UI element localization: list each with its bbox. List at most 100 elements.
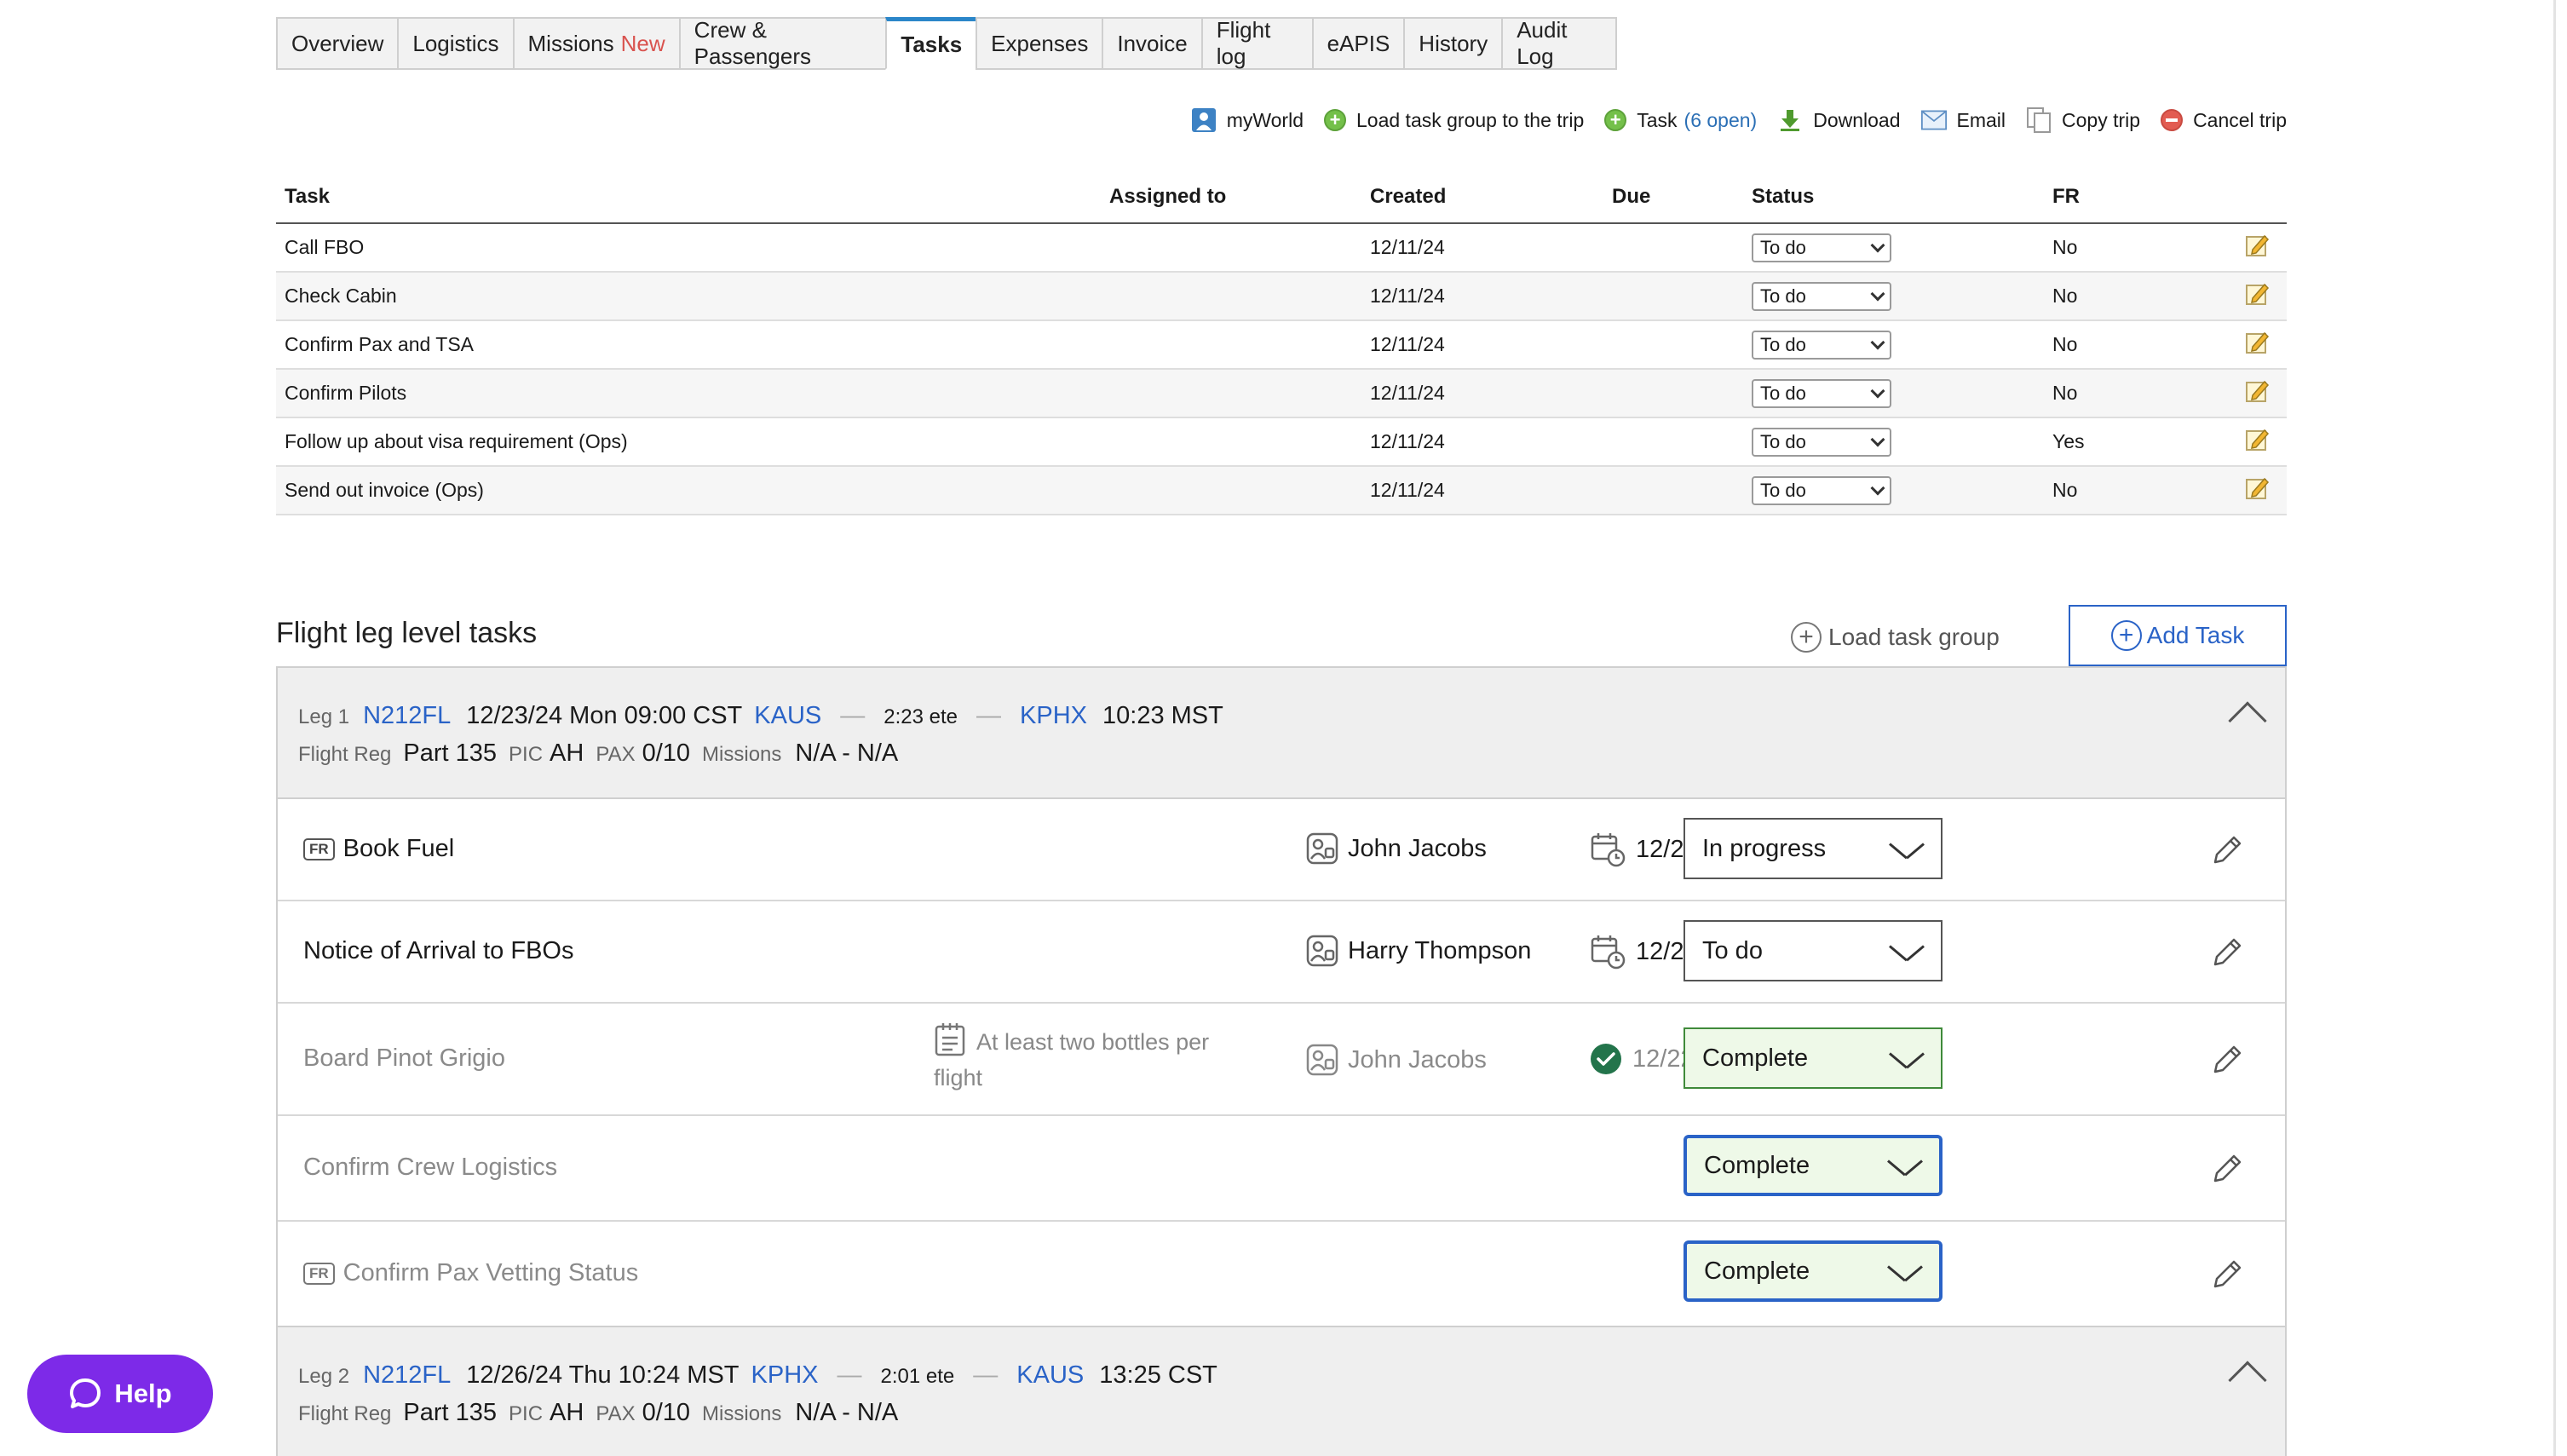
fr-value: No	[2044, 223, 2236, 273]
tail-number-link[interactable]: N212FL	[363, 702, 451, 730]
myworld-button[interactable]: myWorld	[1191, 107, 1304, 133]
email-button[interactable]: Email	[1920, 107, 2006, 133]
task-name: Confirm Pax Vetting Status	[342, 1259, 639, 1286]
calendar-clock-icon	[1591, 935, 1626, 970]
tab-audit-log[interactable]: Audit Log	[1501, 17, 1617, 70]
flight-reg: Part 135	[403, 1399, 498, 1426]
task-name: Book Fuel	[342, 835, 455, 862]
chevron-up-icon[interactable]	[2228, 701, 2267, 740]
fr-value: No	[2044, 466, 2236, 515]
tab-flight-log[interactable]: Flight log	[1200, 17, 1312, 70]
edit-pencil-icon[interactable]	[2208, 934, 2246, 971]
task-name: Call FBO	[276, 223, 1101, 273]
edit-notepad-icon[interactable]	[2244, 475, 2270, 501]
origin-airport-link[interactable]: KAUS	[754, 702, 821, 730]
notes-icon	[935, 1023, 965, 1056]
tab-tasks[interactable]: Tasks	[885, 17, 976, 70]
ete: 2:23 ete	[883, 705, 958, 728]
leg-2-panel: Leg 2 N212FL 12/26/24 Thu 10:24 MST KPHX…	[276, 1326, 2287, 1456]
status-select[interactable]: To do	[1752, 427, 1891, 457]
leg-summary[interactable]: Leg 1 N212FL 12/23/24 Mon 09:00 CST KAUS…	[278, 668, 2285, 799]
copy-trip-button[interactable]: Copy trip	[2026, 107, 2140, 133]
flight-reg: Part 135	[403, 740, 498, 767]
fr-badge: FR	[303, 837, 335, 860]
col-created: Created	[1361, 170, 1603, 224]
created-date: 12/11/24	[1361, 417, 1603, 467]
created-date: 12/11/24	[1361, 272, 1603, 321]
plus-circle-icon: +	[2110, 620, 2142, 651]
add-task-button[interactable]: + Add Task	[2069, 605, 2287, 666]
edit-notepad-icon[interactable]	[2244, 378, 2270, 404]
leg-1-panel: Leg 1 N212FL 12/23/24 Mon 09:00 CST KAUS…	[276, 666, 2287, 1329]
status-select[interactable]: Complete	[1684, 1135, 1943, 1196]
edit-pencil-icon[interactable]	[2208, 1256, 2246, 1293]
task-name: Check Cabin	[276, 272, 1101, 321]
tab-logistics[interactable]: Logistics	[397, 17, 513, 70]
edit-notepad-icon[interactable]	[2244, 233, 2270, 258]
leg-task-row: Board Pinot Grigio At least two bottles …	[278, 1004, 2285, 1116]
tab-invoice[interactable]: Invoice	[1102, 17, 1201, 70]
download-button[interactable]: Download	[1777, 107, 1901, 133]
chevron-down-icon	[1870, 383, 1885, 398]
tail-number-link[interactable]: N212FL	[363, 1361, 451, 1390]
tab-overview[interactable]: Overview	[276, 17, 398, 70]
edit-notepad-icon[interactable]	[2244, 281, 2270, 307]
load-task-group-button[interactable]: + Load task group	[1791, 622, 2000, 653]
leg-task-row: Notice of Arrival to FBOs Harry Thompson…	[278, 901, 2285, 1004]
task-name: Confirm Pilots	[276, 369, 1101, 418]
task-note: At least two bottles per flight	[934, 1022, 1249, 1096]
open-task-count: (6 open)	[1684, 108, 1758, 131]
edit-pencil-icon[interactable]	[2208, 1150, 2246, 1188]
status-select[interactable]: To do	[1752, 233, 1891, 262]
status-select[interactable]: To do	[1752, 378, 1891, 408]
leg-summary[interactable]: Leg 2 N212FL 12/26/24 Thu 10:24 MST KPHX…	[278, 1327, 2285, 1456]
tab-history[interactable]: History	[1403, 17, 1502, 70]
chevron-up-icon[interactable]	[2228, 1361, 2267, 1400]
leg-task-row: FR Book Fuel John Jacobs 12/22/24 In pro…	[278, 799, 2285, 901]
col-assigned-to: Assigned to	[1101, 170, 1361, 224]
task-name: Confirm Crew Logistics	[303, 1154, 558, 1181]
separator: —	[976, 702, 1002, 729]
status-select[interactable]: To do	[1752, 475, 1891, 505]
leg-task-row: FR Confirm Pax Vetting Status Complete	[278, 1222, 2285, 1327]
leg-label: Leg 1	[298, 705, 350, 728]
chevron-down-icon	[1870, 481, 1885, 495]
task-name: Send out invoice (Ops)	[276, 466, 1101, 515]
status-select[interactable]: To do	[1684, 920, 1943, 981]
chevron-down-icon	[1888, 1262, 1922, 1280]
main-content: Overview Logistics Missions New Crew & Pa…	[276, 17, 2287, 1456]
col-fr: FR	[2044, 170, 2236, 224]
help-button[interactable]: Help	[27, 1355, 213, 1433]
departure-time: 12/23/24 Mon 09:00 CST	[466, 702, 743, 729]
add-trip-task-button[interactable]: + Task (6 open)	[1604, 109, 1757, 132]
status-select[interactable]: In progress	[1684, 818, 1943, 879]
fr-value: No	[2044, 320, 2236, 370]
edit-notepad-icon[interactable]	[2244, 427, 2270, 452]
add-circle-icon: +	[1604, 109, 1627, 131]
origin-airport-link[interactable]: KPHX	[751, 1361, 819, 1390]
tab-expenses[interactable]: Expenses	[976, 17, 1102, 70]
copy-icon	[2026, 107, 2052, 133]
edit-pencil-icon[interactable]	[2208, 1041, 2246, 1079]
destination-airport-link[interactable]: KPHX	[1020, 702, 1087, 730]
status-select[interactable]: Complete	[1684, 1027, 1943, 1089]
table-row: Follow up about visa requirement (Ops) 1…	[276, 417, 2287, 467]
assignee-icon	[1306, 935, 1338, 967]
check-circle-icon	[1591, 1044, 1621, 1074]
assignee-name: John Jacobs	[1348, 834, 1487, 862]
tab-crew-passengers[interactable]: Crew & Passengers	[678, 17, 886, 70]
status-select[interactable]: To do	[1752, 330, 1891, 360]
tab-missions[interactable]: Missions New	[512, 17, 679, 70]
cancel-trip-button[interactable]: Cancel trip	[2161, 109, 2287, 132]
edit-pencil-icon[interactable]	[2208, 832, 2246, 869]
load-task-group-trip-button[interactable]: + Load task group to the trip	[1324, 109, 1584, 132]
status-select[interactable]: To do	[1752, 281, 1891, 311]
col-task: Task	[276, 170, 1101, 224]
plus-circle-icon: +	[1791, 622, 1822, 653]
tab-eapis[interactable]: eAPIS	[1311, 17, 1404, 70]
edit-notepad-icon[interactable]	[2244, 330, 2270, 355]
table-row: Call FBO 12/11/24 To do No	[276, 223, 2287, 273]
destination-airport-link[interactable]: KAUS	[1016, 1361, 1084, 1390]
assignee-icon	[1306, 832, 1338, 865]
status-select[interactable]: Complete	[1684, 1240, 1943, 1302]
